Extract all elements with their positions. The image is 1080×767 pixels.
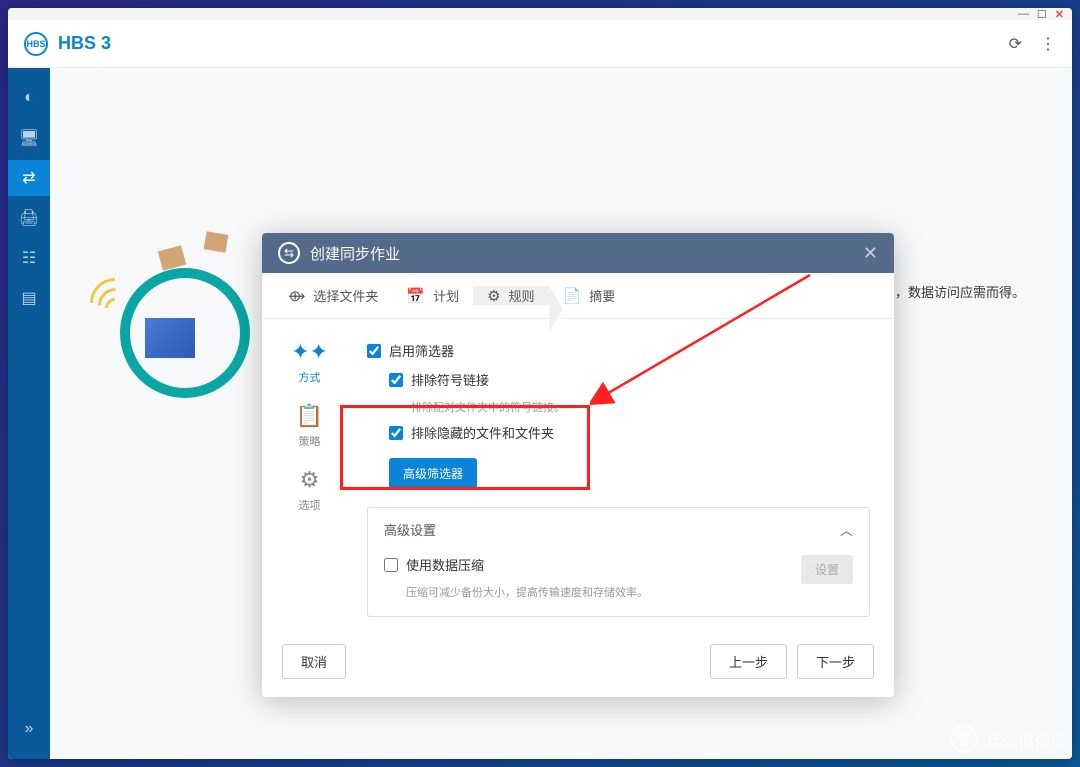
cancel-button[interactable]: 取消 xyxy=(282,644,346,679)
advanced-settings-header[interactable]: 高级设置 ︿ xyxy=(368,508,869,551)
advanced-filter-button[interactable]: 高级筛选器 xyxy=(389,458,477,489)
clipboard-icon: 📋 xyxy=(296,403,323,429)
document-icon: 📄 xyxy=(563,287,582,305)
use-compression-checkbox[interactable]: 使用数据压缩 xyxy=(384,555,801,574)
sidebar-collapse-icon[interactable]: » xyxy=(8,711,50,747)
sidebar-item-logs[interactable]: ▤ xyxy=(8,280,50,316)
watermark: 值 什么值得买 xyxy=(950,725,1066,753)
advanced-settings-panel: 高级设置 ︿ 使用数据压缩 压缩可减少备份大小，提高传输速度和存储效率。 xyxy=(367,507,870,617)
panel-title: 高级设置 xyxy=(384,520,436,539)
tab-policy[interactable]: 📋 策略 xyxy=(296,403,323,449)
checkbox-label: 启用筛选器 xyxy=(389,341,454,360)
checkbox-input[interactable] xyxy=(389,373,403,387)
tab-label: 方式 xyxy=(299,369,321,385)
step-label: 选择文件夹 xyxy=(313,286,378,305)
rules-tabs: ✦✦ 方式 📋 策略 ⚙ 选项 xyxy=(262,319,357,629)
prev-button[interactable]: 上一步 xyxy=(710,644,787,679)
checkbox-label: 排除符号链接 xyxy=(411,370,489,389)
step-label: 规则 xyxy=(509,286,535,305)
modal-titlebar: ⇆ 创建同步作业 ✕ xyxy=(262,233,894,273)
close-icon[interactable]: ✕ xyxy=(1055,8,1064,21)
exclude-symlinks-desc: 排除配对文件夹中的符号链接。 xyxy=(411,399,870,415)
app-header: HBS HBS 3 ⟳ ⋮ xyxy=(8,20,1072,68)
compression-desc: 压缩可减少备份大小，提高传输速度和存储效率。 xyxy=(406,584,801,600)
content-area: ，数据访问应需而得。 ⇆ 创建同步作业 ✕ ⟴ 选择文件夹 📅 计划 xyxy=(50,68,1072,759)
sync-icon: ⇆ xyxy=(278,242,300,264)
step-select-folder[interactable]: ⟴ 选择文件夹 xyxy=(274,286,392,305)
chevron-up-icon: ︿ xyxy=(840,520,853,539)
exclude-symlinks-checkbox[interactable]: 排除符号链接 xyxy=(389,370,870,389)
sidebar-item-restore[interactable]: 🖨 xyxy=(8,200,50,236)
maximize-icon[interactable]: ☐ xyxy=(1037,8,1047,21)
sidebar-item-backup[interactable]: 🖥 xyxy=(8,120,50,156)
checkbox-label: 排除隐藏的文件和文件夹 xyxy=(411,423,554,442)
wizard-steps: ⟴ 选择文件夹 📅 计划 ⚙ 规则 📄 摘要 xyxy=(262,273,894,319)
modal-close-icon[interactable]: ✕ xyxy=(863,243,878,264)
settings-panel: 启用筛选器 排除符号链接 排除配对文件夹中的符号链接。 xyxy=(357,319,894,629)
folder-arrow-icon: ⟴ xyxy=(288,287,305,305)
tab-method[interactable]: ✦✦ 方式 xyxy=(291,339,328,385)
calendar-icon: 📅 xyxy=(406,287,425,305)
minimize-icon[interactable]: — xyxy=(1018,8,1029,20)
app-window: — ☐ ✕ HBS HBS 3 ⟳ ⋮ ◐ 🖥 ⇄ 🖨 ☷ ▤ » xyxy=(8,8,1072,759)
step-rules[interactable]: ⚙ 规则 xyxy=(473,286,548,305)
tab-label: 策略 xyxy=(299,433,321,449)
sidebar-item-overview[interactable]: ◐ xyxy=(8,80,50,116)
refresh-icon[interactable]: ⟳ xyxy=(1009,34,1022,54)
checkbox-label: 使用数据压缩 xyxy=(406,555,484,574)
watermark-icon: 值 xyxy=(950,725,978,753)
app-logo-icon: HBS xyxy=(24,32,48,56)
step-label: 摘要 xyxy=(589,286,615,305)
create-sync-job-modal: ⇆ 创建同步作业 ✕ ⟴ 选择文件夹 📅 计划 ⚙ 规则 xyxy=(262,233,894,697)
gear-icon: ⚙ xyxy=(300,467,320,493)
tab-label: 选项 xyxy=(299,497,321,513)
sliders-icon: ⚙ xyxy=(487,287,500,305)
checkbox-input[interactable] xyxy=(384,558,398,572)
next-button[interactable]: 下一步 xyxy=(797,644,874,679)
sparkle-icon: ✦✦ xyxy=(291,339,328,365)
app-title: HBS 3 xyxy=(58,33,111,54)
background-illustration xyxy=(90,218,270,398)
sidebar-item-storage[interactable]: ☷ xyxy=(8,240,50,276)
modal-title: 创建同步作业 xyxy=(310,243,400,264)
background-text: ，数据访问应需而得。 xyxy=(895,282,1025,301)
watermark-text: 什么值得买 xyxy=(986,727,1066,751)
tab-options[interactable]: ⚙ 选项 xyxy=(299,467,321,513)
compression-config-button: 设置 xyxy=(801,555,853,584)
step-label: 计划 xyxy=(433,286,459,305)
sidebar: ◐ 🖥 ⇄ 🖨 ☷ ▤ » xyxy=(8,68,50,759)
enable-filter-checkbox[interactable]: 启用筛选器 xyxy=(367,341,870,360)
exclude-hidden-checkbox[interactable]: 排除隐藏的文件和文件夹 xyxy=(389,423,870,442)
step-schedule[interactable]: 📅 计划 xyxy=(392,286,473,305)
modal-footer: 取消 上一步 下一步 xyxy=(262,629,894,697)
checkbox-input[interactable] xyxy=(367,344,381,358)
checkbox-input[interactable] xyxy=(389,426,403,440)
sidebar-item-sync[interactable]: ⇄ xyxy=(8,160,50,196)
more-icon[interactable]: ⋮ xyxy=(1040,34,1056,54)
window-titlebar: — ☐ ✕ xyxy=(8,8,1072,20)
